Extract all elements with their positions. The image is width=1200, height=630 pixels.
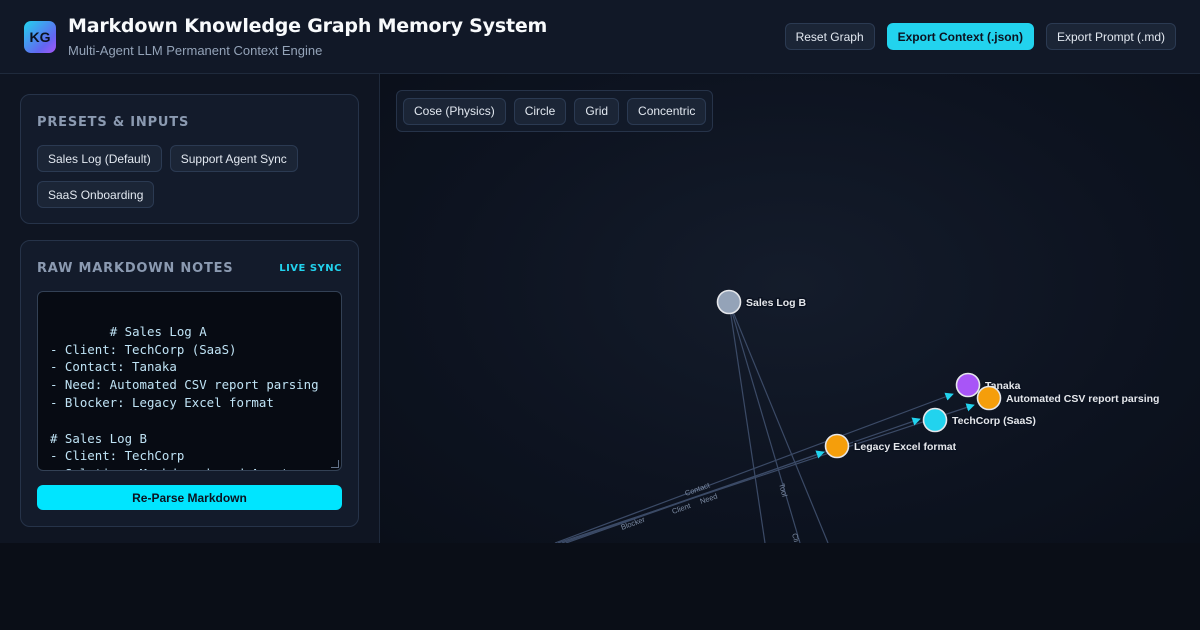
node-label: TechCorp (SaaS) [952,415,1036,427]
export-md-button[interactable]: Export Prompt (.md) [1045,23,1176,50]
raw-notes-card: RAW MARKDOWN NOTES LIVE SYNC # Sales Log… [20,240,359,527]
resize-handle-icon[interactable] [331,460,339,468]
reset-graph-button[interactable]: Reset Graph [784,23,875,50]
node-label: Legacy Excel format [854,441,957,453]
raw-notes-title: RAW MARKDOWN NOTES [37,261,234,276]
export-json-button[interactable]: Export Context (.json) [886,23,1034,50]
layout-grid-button[interactable]: Grid [574,97,620,125]
preset-row: Sales Log (Default) Support Agent Sync [37,145,298,172]
header-actions: Reset Graph Export Context (.json) Expor… [784,23,1176,50]
presets-title: PRESETS & INPUTS [37,115,190,130]
graph-edges [554,301,975,543]
title-block: Markdown Knowledge Graph Memory System M… [68,15,547,58]
edge-label-need: Need [699,492,719,506]
node-label: Automated CSV report parsing [1006,393,1159,405]
preset-row: SaaS Onboarding [37,181,155,208]
presets-card: PRESETS & INPUTS Sales Log (Default) Sup… [20,94,359,224]
graph-svg[interactable]: Contact Client Need Blocker Tool Cli Sal… [380,74,1200,543]
layout-circle-button[interactable]: Circle [513,97,567,125]
graph-edge [728,301,829,543]
app-window: KG Markdown Knowledge Graph Memory Syste… [0,0,1200,543]
preset-saas-onboarding[interactable]: SaaS Onboarding [37,181,155,208]
live-sync-badge: LIVE SYNC [279,263,342,274]
graph-edge [728,301,766,543]
graph-node-sales-log-b[interactable]: Sales Log B [716,289,808,315]
node-label: Sales Log B [746,297,807,309]
sidebar: PRESETS & INPUTS Sales Log (Default) Sup… [0,74,380,543]
logo-icon: KG [24,20,56,53]
page-background [0,543,1200,630]
markdown-editor[interactable]: # Sales Log A - Client: TechCorp (SaaS) … [37,291,342,471]
graph-edge [565,450,825,543]
preset-sales-log[interactable]: Sales Log (Default) [37,145,162,172]
layout-toolbar: Cose (Physics) Circle Grid Concentric [396,90,714,132]
edge-label-client: Client [671,501,693,516]
graph-node-techcorp[interactable]: TechCorp (SaaS) [922,407,1037,433]
layout-cose-button[interactable]: Cose (Physics) [403,97,506,125]
layout-concentric-button[interactable]: Concentric [627,97,707,125]
markdown-content[interactable]: # Sales Log A - Client: TechCorp (SaaS) … [50,324,319,470]
page-subtitle: Multi-Agent LLM Permanent Context Engine [68,43,323,58]
graph-edge-labels: Contact Client Need Blocker Tool Cli [620,480,802,543]
page-title: Markdown Knowledge Graph Memory System [68,15,548,37]
app-header: KG Markdown Knowledge Graph Memory Syste… [0,0,1200,74]
graph-canvas[interactable]: Contact Client Need Blocker Tool Cli Sal… [380,74,1200,543]
graph-nodes[interactable]: Sales Log B Tanaka TechCorp (SaaS) Autom… [716,289,1161,459]
graph-edge [728,301,801,543]
graph-node-legacy-excel[interactable]: Legacy Excel format [824,433,958,459]
edge-label-tool: Tool [777,482,789,498]
reparse-button[interactable]: Re-Parse Markdown [37,485,342,510]
preset-support-agent-sync[interactable]: Support Agent Sync [169,145,298,172]
